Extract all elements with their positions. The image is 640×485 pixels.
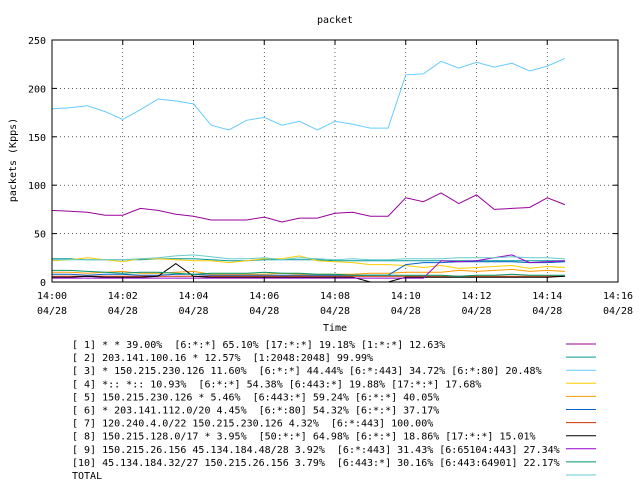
legend-label: [ 4] *:: *:: 10.93% [6:*:*] 54.38% [6:44… [72, 379, 481, 390]
x-tick-label-date: 04/28 [461, 306, 491, 317]
legend-label: [ 5] 150.215.230.126 * 5.46% [6:443:*] 5… [72, 392, 439, 403]
x-tick-label-date: 04/28 [249, 306, 279, 317]
x-tick-label-date: 04/28 [178, 306, 208, 317]
y-tick-label: 150 [28, 133, 46, 144]
x-tick-label-time: 14:10 [391, 291, 421, 302]
x-tick-label-time: 14:12 [461, 291, 491, 302]
legend-label: [ 3] * 150.215.230.126 11.60% [6:*:*] 44… [72, 366, 542, 377]
x-tick-label-time: 14:06 [249, 291, 279, 302]
y-tick-label: 50 [34, 230, 46, 241]
series-line-3 [51, 57, 566, 131]
legend-label: [ 8] 150.215.128.0/17 * 3.95% [50:*:*] 6… [72, 432, 536, 443]
x-tick-label-time: 14:16 [603, 291, 633, 302]
y-tick-label: 200 [28, 84, 46, 95]
chart: packet packets (Kpps) Time 0 50 100 150 200 2… [0, 0, 640, 482]
grid [52, 40, 618, 282]
x-tick-label-date: 04/28 [391, 306, 421, 317]
series-line-1 [51, 192, 566, 223]
y-axis-label: packets (Kpps) [8, 118, 19, 202]
legend: [ 1] * * 39.00% [6:*:*] 65.10% [17:*:*] … [72, 340, 596, 482]
y-tick-label: 100 [28, 181, 46, 192]
x-tick-label-date: 04/28 [532, 306, 562, 317]
x-tick-label-date: 04/28 [37, 306, 67, 317]
y-tick-label: 250 [28, 36, 46, 47]
legend-label: [ 1] * * 39.00% [6:*:*] 65.10% [17:*:*] … [72, 340, 445, 351]
x-tick-label-time: 14:14 [532, 291, 562, 302]
legend-label: [10] 45.134.184.32/27 150.215.26.156 3.7… [72, 458, 560, 469]
chart-title: packet [317, 15, 353, 26]
legend-label: [ 9] 150.215.26.156 45.134.184.48/28 3.9… [72, 445, 560, 456]
x-tick-label-date: 04/28 [108, 306, 138, 317]
x-tick-label-time: 14:02 [108, 291, 138, 302]
legend-label: TOTAL [72, 471, 102, 480]
y-tick-label: 0 [40, 278, 46, 289]
chart-svg: packet packets (Kpps) Time 0 50 100 150 200 2… [8, 15, 633, 482]
x-tick-label-date: 04/28 [320, 306, 350, 317]
legend-label: [ 6] * 203.141.112.0/20 4.45% [6:*:80] 5… [72, 406, 439, 417]
x-tick-label-time: 14:04 [178, 291, 208, 302]
x-tick-label-date: 04/28 [603, 306, 633, 317]
series-lines [51, 57, 566, 283]
legend-label: [ 7] 120.240.4.0/22 150.215.230.126 4.32… [72, 419, 433, 430]
x-axis-label: Time [323, 323, 347, 334]
x-tick-label-time: 14:00 [37, 291, 67, 302]
legend-label: [ 2] 203.141.100.16 * 12.57% [1:2048:204… [72, 353, 373, 364]
x-tick-label-time: 14:08 [320, 291, 350, 302]
